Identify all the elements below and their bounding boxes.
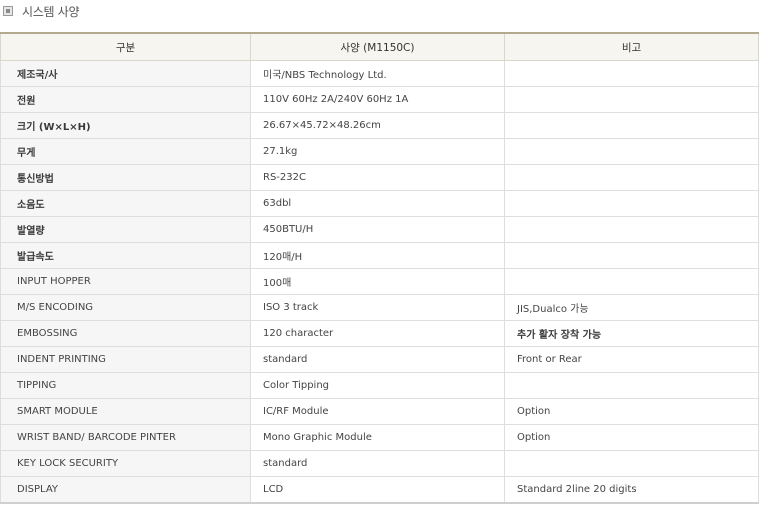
row-note	[504, 138, 759, 165]
table-row: TIPPING Color Tipping	[0, 372, 759, 399]
row-label: 크기 (W×L×H)	[0, 112, 251, 139]
table-row: DISPLAY LCD Standard 2line 20 digits	[0, 476, 759, 504]
row-spec: 63dbl	[250, 190, 505, 217]
row-label: INDENT PRINTING	[0, 346, 251, 373]
row-note	[504, 112, 759, 139]
table-row: 발급속도 120매/H	[0, 242, 759, 269]
header-spec: 사양 (M1150C)	[250, 32, 505, 61]
row-spec: RS-232C	[250, 164, 505, 191]
row-note	[504, 86, 759, 113]
row-label: SMART MODULE	[0, 398, 251, 425]
row-spec: standard	[250, 450, 505, 477]
table-row: WRIST BAND/ BARCODE PINTER Mono Graphic …	[0, 424, 759, 451]
table-row: INPUT HOPPER 100매	[0, 268, 759, 295]
row-note	[504, 60, 759, 87]
row-spec: Mono Graphic Module	[250, 424, 505, 451]
row-label: 소음도	[0, 190, 251, 217]
row-spec: ISO 3 track	[250, 294, 505, 321]
row-spec: 450BTU/H	[250, 216, 505, 243]
header-category: 구분	[0, 32, 251, 61]
header-note: 비고	[504, 32, 759, 61]
table-row: 크기 (W×L×H) 26.67×45.72×48.26cm	[0, 112, 759, 139]
section-header: 시스템 사양	[0, 0, 80, 22]
row-label: 전원	[0, 86, 251, 113]
row-label: M/S ENCODING	[0, 294, 251, 321]
row-note: JIS,Dualco 가능	[504, 294, 759, 321]
row-spec: Color Tipping	[250, 372, 505, 399]
spec-table: 구분 사양 (M1150C) 비고 제조국/사 미국/NBS Technolog…	[0, 32, 759, 504]
table-row: M/S ENCODING ISO 3 track JIS,Dualco 가능	[0, 294, 759, 321]
row-note	[504, 164, 759, 191]
table-row: 통신방법 RS-232C	[0, 164, 759, 191]
row-label: 제조국/사	[0, 60, 251, 87]
row-note: Standard 2line 20 digits	[504, 476, 759, 504]
row-spec: 미국/NBS Technology Ltd.	[250, 60, 505, 87]
row-label: TIPPING	[0, 372, 251, 399]
row-note: Front or Rear	[504, 346, 759, 373]
table-row: 소음도 63dbl	[0, 190, 759, 217]
table-row: 무게 27.1kg	[0, 138, 759, 165]
row-label: DISPLAY	[0, 476, 251, 504]
row-note: Option	[504, 398, 759, 425]
table-row: EMBOSSING 120 character 추가 활자 장착 가능	[0, 320, 759, 347]
table-row: SMART MODULE IC/RF Module Option	[0, 398, 759, 425]
row-spec: 27.1kg	[250, 138, 505, 165]
table-row: KEY LOCK SECURITY standard	[0, 450, 759, 477]
row-spec: LCD	[250, 476, 505, 504]
row-label: INPUT HOPPER	[0, 268, 251, 295]
table-row: 발열량 450BTU/H	[0, 216, 759, 243]
row-note	[504, 190, 759, 217]
row-note: 추가 활자 장착 가능	[504, 320, 759, 347]
row-spec: 120매/H	[250, 242, 505, 269]
section-title: 시스템 사양	[22, 4, 80, 19]
row-label: EMBOSSING	[0, 320, 251, 347]
row-note	[504, 216, 759, 243]
row-spec: IC/RF Module	[250, 398, 505, 425]
chip-icon	[2, 5, 14, 17]
row-note	[504, 372, 759, 399]
table-row: 제조국/사 미국/NBS Technology Ltd.	[0, 60, 759, 87]
row-label: 무게	[0, 138, 251, 165]
table-row: INDENT PRINTING standard Front or Rear	[0, 346, 759, 373]
row-note	[504, 450, 759, 477]
row-label: WRIST BAND/ BARCODE PINTER	[0, 424, 251, 451]
row-label: 통신방법	[0, 164, 251, 191]
row-label: 발급속도	[0, 242, 251, 269]
row-spec: 100매	[250, 268, 505, 295]
row-note	[504, 242, 759, 269]
row-note: Option	[504, 424, 759, 451]
row-label: KEY LOCK SECURITY	[0, 450, 251, 477]
row-spec: 120 character	[250, 320, 505, 347]
row-spec: 110V 60Hz 2A/240V 60Hz 1A	[250, 86, 505, 113]
row-label: 발열량	[0, 216, 251, 243]
row-spec: 26.67×45.72×48.26cm	[250, 112, 505, 139]
row-note	[504, 268, 759, 295]
table-header-row: 구분 사양 (M1150C) 비고	[0, 32, 759, 61]
row-spec: standard	[250, 346, 505, 373]
table-row: 전원 110V 60Hz 2A/240V 60Hz 1A	[0, 86, 759, 113]
